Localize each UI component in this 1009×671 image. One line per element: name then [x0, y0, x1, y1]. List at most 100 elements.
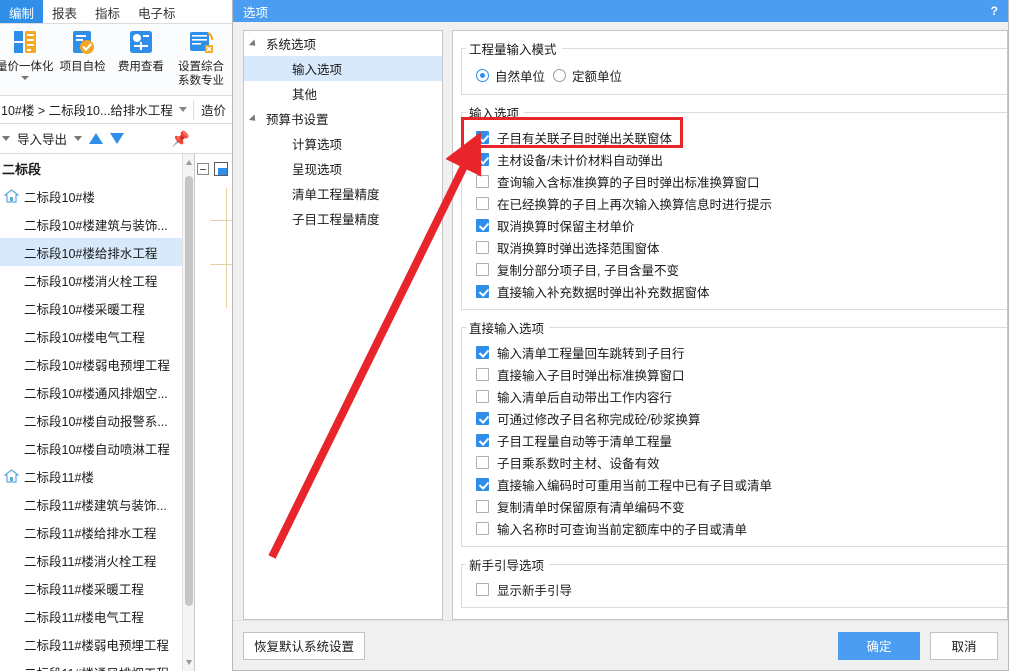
tree-scrollbar[interactable] — [182, 154, 194, 671]
checkbox-zhijie-shuru-buchong-shuju[interactable]: 直接输入补充数据时弹出补充数据窗体 — [462, 280, 1007, 302]
chevron-down-icon[interactable] — [21, 76, 29, 80]
checkbox-indicator[interactable] — [476, 263, 489, 276]
checkbox-mingcheng-chaxun-dingeku[interactable]: 输入名称时可查询当前定额库中的子目或清单 — [462, 517, 1007, 539]
tree-item[interactable]: 二标段10#楼自动报警系... — [0, 406, 194, 434]
checkbox-xiugai-zimu-mingcheng-huansuan[interactable]: 可通过修改子目名称完成砼/砂浆换算 — [462, 407, 1007, 429]
nav-item-jisuan-xuanxiang[interactable]: 计算选项 — [244, 131, 442, 156]
scroll-up-icon[interactable] — [186, 160, 192, 165]
ok-button[interactable]: 确定 — [838, 632, 920, 660]
nav-item-qita[interactable]: 其他 — [244, 81, 442, 106]
ribbon-button-liangjia-yitihua[interactable]: 量价一体化 — [0, 27, 54, 80]
import-export-label[interactable]: 导入导出 — [17, 129, 67, 148]
checkbox-huiche-tiaozhuan-zimu[interactable]: 输入清单工程量回车跳转到子目行 — [462, 341, 1007, 363]
nav-item-shuru-xuanxiang[interactable]: 输入选项 — [244, 56, 442, 81]
checkbox-chaxun-biaozhun-huansuan[interactable]: 查询输入含标准换算的子目时弹出标准换算窗口 — [462, 170, 1007, 192]
arrow-down-icon[interactable] — [110, 133, 124, 144]
chevron-down-icon[interactable] — [179, 107, 187, 112]
nav-item-chengxian-xuanxiang[interactable]: 呈现选项 — [244, 156, 442, 181]
checkbox-indicator[interactable] — [476, 434, 489, 447]
breadcrumb-path[interactable]: 10#楼 > 二标段10...给排水工程 — [0, 100, 173, 119]
arrow-up-icon[interactable] — [89, 133, 103, 144]
checkbox-quxiao-huansuan-baoliu-danjia[interactable]: 取消换算时保留主材单价 — [462, 214, 1007, 236]
footer-actions: 确定 取消 — [838, 632, 998, 660]
checkbox-indicator[interactable] — [476, 500, 489, 513]
ribbon-button-feiyong-chakan[interactable]: 费用查看 — [112, 27, 170, 74]
radio-dinge-danwei[interactable]: 定额单位 — [553, 66, 622, 85]
checkbox-qingdan-daichu-gongzuo-neirong[interactable]: 输入清单后自动带出工作内容行 — [462, 385, 1007, 407]
chevron-down-icon[interactable] — [2, 136, 10, 141]
checkbox-yijing-huansuan-tishi[interactable]: 在已经换算的子目上再次输入换算信息时进行提示 — [462, 192, 1007, 214]
checkbox-fuzhi-qingdan-baoliu-bianma[interactable]: 复制清单时保留原有清单编码不变 — [462, 495, 1007, 517]
tree-item[interactable]: 二标段10#楼消火栓工程 — [0, 266, 194, 294]
tree-item[interactable]: 二标段10#楼建筑与装饰... — [0, 210, 194, 238]
checkbox-zhucai-shebei-zidong-tanchu[interactable]: 主材设备/未计价材料自动弹出 — [462, 148, 1007, 170]
checkbox-indicator[interactable] — [476, 346, 489, 359]
ribbon-tab-bianzhi[interactable]: 编制 — [0, 0, 43, 23]
checkbox-indicator[interactable] — [476, 478, 489, 491]
restore-defaults-button[interactable]: 恢复默认系统设置 — [243, 632, 365, 660]
tree-item[interactable]: 二标段10#楼采暖工程 — [0, 294, 194, 322]
collapse-icon[interactable] — [197, 163, 209, 175]
radio-indicator[interactable] — [476, 69, 489, 82]
nav-item-xitong-xuanxiang[interactable]: 系统选项 — [244, 31, 442, 56]
ribbon-button-xiangmu-zijian[interactable]: 项目自检 — [54, 27, 112, 74]
tree-item-selected[interactable]: 二标段10#楼给排水工程 — [0, 238, 194, 266]
radio-ziran-danwei[interactable]: 自然单位 — [476, 66, 545, 85]
nav-item-yusuanshu-shezhi[interactable]: 预算书设置 — [244, 106, 442, 131]
checkbox-bianma-chongyong-zimu-qingdan[interactable]: 直接输入编码时可重用当前工程中已有子目或清单 — [462, 473, 1007, 495]
checkbox-indicator[interactable] — [476, 456, 489, 469]
tree-item[interactable]: 二标段11#楼 — [0, 462, 194, 490]
tree-item[interactable]: 二标段10#楼自动喷淋工程 — [0, 434, 194, 462]
tree-item[interactable]: 二标段11#楼消火栓工程 — [0, 546, 194, 574]
expand-triangle-icon[interactable] — [244, 40, 262, 48]
tree-item-label: 二标段10#楼消火栓工程 — [24, 271, 157, 290]
checkbox-indicator[interactable] — [476, 285, 489, 298]
checkbox-zhijie-shuru-zimu-biaozhun[interactable]: 直接输入子目时弹出标准换算窗口 — [462, 363, 1007, 385]
checkbox-indicator[interactable] — [476, 522, 489, 535]
tree-item[interactable]: 二标段11#楼通风排烟工程 — [0, 658, 194, 671]
tree-item[interactable]: 二标段11#楼建筑与装饰... — [0, 490, 194, 518]
tree-item[interactable]: 二标段10#楼通风排烟空... — [0, 378, 194, 406]
nav-item-qingdan-gongchengliang-jingdu[interactable]: 清单工程量精度 — [244, 181, 442, 206]
checkbox-fuzhi-fenbu-fenxiang[interactable]: 复制分部分项子目, 子目含量不变 — [462, 258, 1007, 280]
tree-item[interactable]: 二标段10#楼电气工程 — [0, 322, 194, 350]
radio-indicator[interactable] — [553, 69, 566, 82]
checkbox-indicator[interactable] — [476, 368, 489, 381]
tree-item[interactable]: 二标段11#楼给排水工程 — [0, 518, 194, 546]
expand-triangle-icon[interactable] — [244, 115, 262, 123]
nav-item-zimu-gongchengliang-jingdu[interactable]: 子目工程量精度 — [244, 206, 442, 231]
grid-line — [226, 188, 227, 308]
checkbox-label: 直接输入编码时可重用当前工程中已有子目或清单 — [497, 475, 772, 494]
checkbox-indicator[interactable] — [476, 175, 489, 188]
cancel-button[interactable]: 取消 — [930, 632, 998, 660]
tree-item[interactable]: 二标段10#楼 — [0, 182, 194, 210]
tree-item[interactable]: 二标段11#楼采暖工程 — [0, 574, 194, 602]
checkbox-indicator[interactable] — [476, 197, 489, 210]
checkbox-indicator[interactable] — [476, 390, 489, 403]
scroll-down-icon[interactable] — [186, 660, 192, 665]
checkbox-indicator[interactable] — [476, 241, 489, 254]
checkbox-quxiao-huansuan-xuanze-fanwei[interactable]: 取消换算时弹出选择范围窗体 — [462, 236, 1007, 258]
tree-item[interactable]: 二标段11#楼电气工程 — [0, 602, 194, 630]
project-tree: 二标段 二标段10#楼 二标段10#楼建筑与装饰... 二标段10#楼给排水工程… — [0, 154, 195, 671]
checkbox-indicator[interactable] — [476, 219, 489, 232]
sheet-icon[interactable] — [214, 162, 228, 176]
checkbox-indicator[interactable] — [476, 583, 489, 596]
tree-item[interactable]: 二标段11#楼弱电预埋工程 — [0, 630, 194, 658]
checkbox-xianshi-xinshou-yindao[interactable]: 显示新手引导 — [462, 578, 1007, 600]
ribbon-tab-zhibiao[interactable]: 指标 — [86, 0, 129, 23]
checkbox-indicator[interactable] — [476, 412, 489, 425]
tree-item-label: 二标段10#楼建筑与装饰... — [24, 215, 168, 234]
help-icon[interactable]: ? — [991, 4, 1002, 18]
checkbox-zimu-chengxishu-zhucai-shebei[interactable]: 子目乘系数时主材、设备有效 — [462, 451, 1007, 473]
checkbox-indicator[interactable] — [476, 153, 489, 166]
tree-item[interactable]: 二标段10#楼弱电预埋工程 — [0, 350, 194, 378]
scrollbar-thumb[interactable] — [185, 176, 193, 606]
ribbon-button-label: 设置综合 — [178, 60, 224, 74]
pin-icon[interactable]: 📌 — [171, 130, 190, 148]
checkbox-zimu-dengyu-qingdan-gongchengliang[interactable]: 子目工程量自动等于清单工程量 — [462, 429, 1007, 451]
ribbon-button-shezhi-zonghe-xishu[interactable]: 设置综合 系数专业 — [170, 27, 232, 89]
ribbon-tab-baobiao[interactable]: 报表 — [43, 0, 86, 23]
chevron-down-icon[interactable] — [74, 136, 82, 141]
ribbon-tab-dianzibiao[interactable]: 电子标 — [129, 0, 185, 23]
